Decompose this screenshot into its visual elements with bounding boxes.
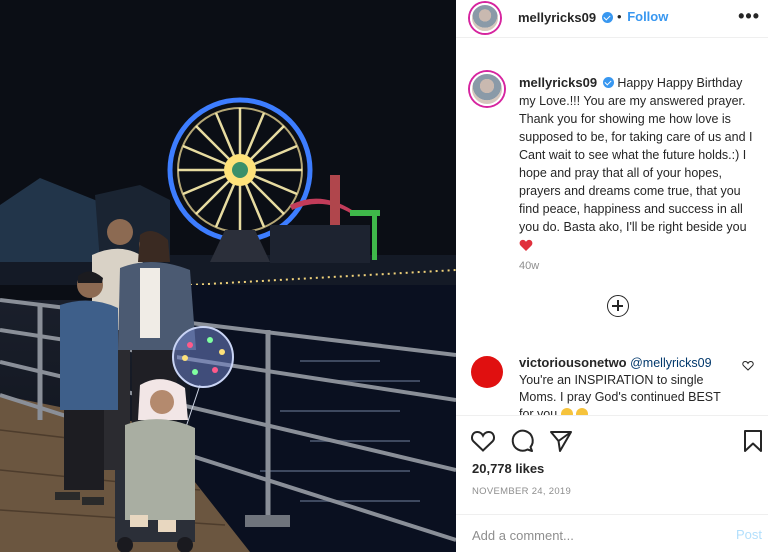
ferris-wheel — [167, 97, 313, 243]
comment-text-block: victoriousonetwo @mellyricks09 You're an… — [519, 354, 734, 415]
more-options-icon[interactable]: ••• — [738, 6, 760, 27]
comment-mention[interactable]: @mellyricks09 — [630, 356, 711, 370]
comment-item: victoriousonetwo @mellyricks09 You're an… — [456, 344, 768, 415]
follow-separator: • — [617, 9, 622, 24]
commenter-username[interactable]: victoriousonetwo — [519, 355, 627, 370]
add-comment-bar: Post — [456, 514, 768, 552]
post-photo[interactable] — [0, 0, 456, 552]
author-username[interactable]: mellyricks09 — [518, 10, 613, 25]
caption-author-avatar[interactable] — [470, 72, 504, 106]
comment-like-heart-icon[interactable] — [742, 360, 754, 371]
likes-count[interactable]: 20,778 likes — [472, 461, 544, 476]
add-comment-input[interactable] — [472, 525, 712, 545]
comment-body: You're an INSPIRATION to single Moms. I … — [519, 373, 721, 415]
post-actions: 20,778 likes NOVEMBER 24, 2019 Post — [456, 415, 768, 552]
verified-badge-icon — [602, 77, 614, 88]
caption-username-text[interactable]: mellyricks09 — [519, 75, 597, 90]
follow-label[interactable]: Follow — [627, 9, 668, 24]
load-more-comments-icon[interactable] — [607, 295, 629, 317]
share-paper-plane-icon[interactable] — [548, 428, 574, 454]
red-heart-icon — [519, 239, 533, 251]
caption: mellyricks09 Happy Happy Birthday my Lov… — [519, 74, 759, 254]
smiling-face-icon — [576, 408, 589, 415]
praying-hands-icon — [560, 408, 573, 415]
follow-button[interactable]: • Follow — [617, 9, 668, 24]
bookmark-icon[interactable] — [740, 428, 766, 454]
post-date[interactable]: NOVEMBER 24, 2019 — [472, 486, 571, 497]
like-heart-icon[interactable] — [470, 428, 496, 454]
comments-area: mellyricks09 Happy Happy Birthday my Lov… — [456, 38, 768, 415]
comment-bubble-icon[interactable] — [509, 428, 535, 454]
post-comment-button[interactable]: Post — [736, 527, 762, 542]
caption-text: Happy Happy Birthday my Love.!!! You are… — [519, 76, 753, 234]
verified-badge-icon — [601, 12, 613, 23]
commenter-avatar[interactable] — [471, 356, 503, 388]
post-header: mellyricks09 • Follow ••• — [456, 0, 768, 38]
caption-username[interactable]: mellyricks09 — [519, 75, 617, 90]
author-avatar[interactable] — [470, 3, 500, 33]
photo-scene — [0, 0, 456, 552]
caption-time[interactable]: 40w — [519, 260, 539, 272]
post-side-panel: mellyricks09 • Follow ••• mellyricks09 H… — [456, 0, 768, 552]
author-username-text[interactable]: mellyricks09 — [518, 10, 596, 25]
